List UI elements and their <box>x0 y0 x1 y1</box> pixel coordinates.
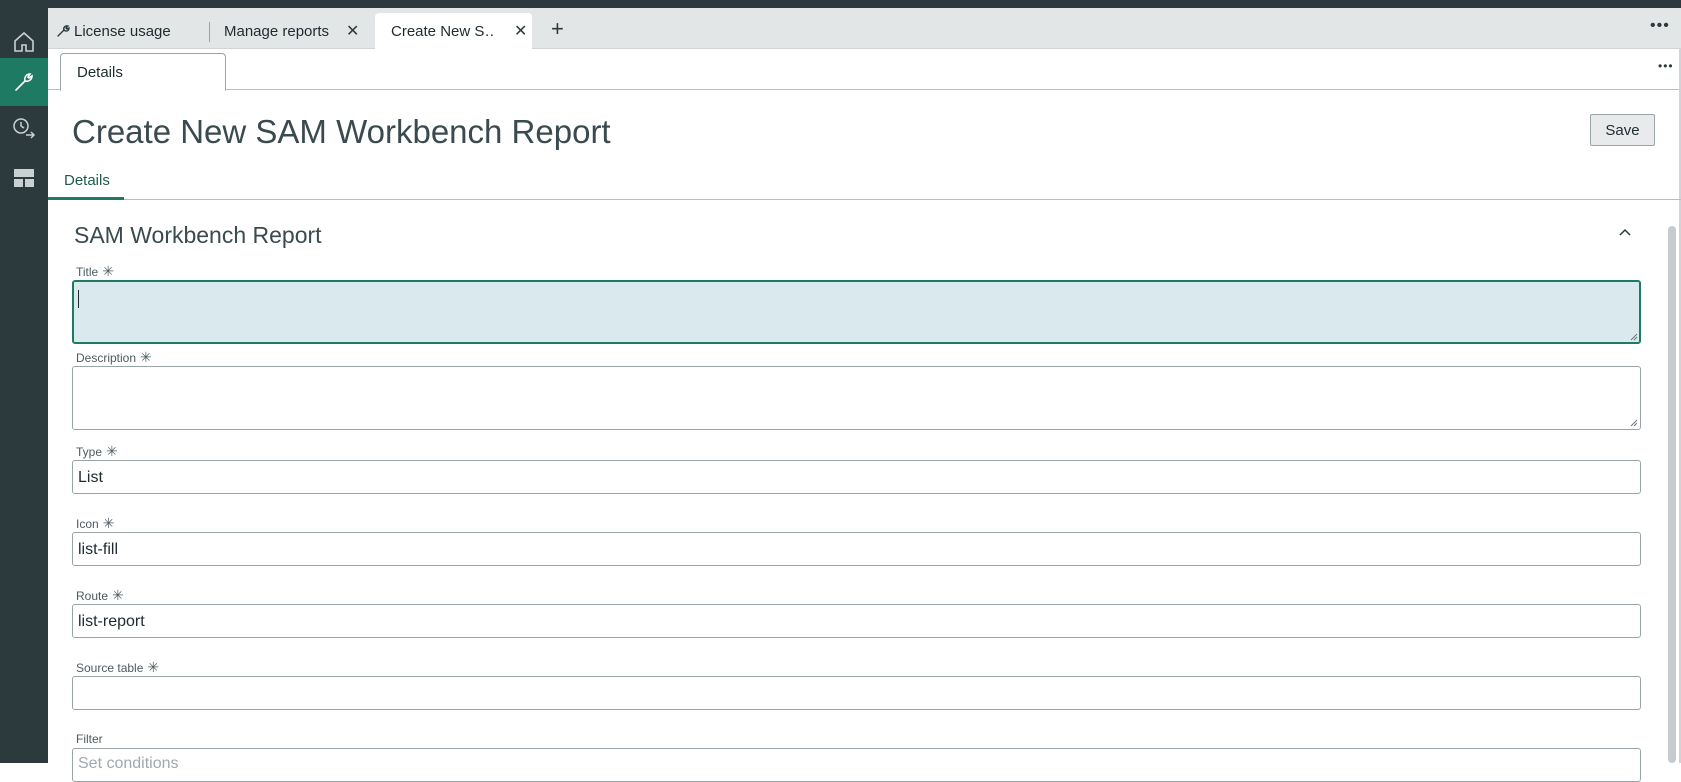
subbar-more-button[interactable]: ••• <box>1658 59 1674 73</box>
admin-button[interactable] <box>0 58 48 106</box>
required-marker: ✳ <box>147 659 160 675</box>
filter-label-text: Filter <box>76 732 103 746</box>
dashboard-button[interactable] <box>0 154 48 202</box>
save-button[interactable]: Save <box>1590 114 1655 146</box>
resize-grip-icon[interactable] <box>1630 419 1638 427</box>
tab-details[interactable]: Details <box>48 168 124 200</box>
new-tab-button[interactable]: + <box>551 18 564 40</box>
collapse-section-button[interactable] <box>1617 224 1633 240</box>
history-icon <box>13 118 36 139</box>
source-table-field[interactable] <box>72 676 1641 710</box>
text-caret <box>78 290 79 308</box>
filter-label: Filter <box>76 732 103 746</box>
required-marker: ✳ <box>140 349 152 365</box>
required-marker: ✳ <box>112 587 124 603</box>
source-table-label-text: Source table <box>76 661 144 675</box>
resize-grip-icon[interactable] <box>1630 333 1638 341</box>
wrench-icon <box>15 73 33 91</box>
more-icon: ••• <box>1658 59 1674 73</box>
plus-icon: + <box>551 16 564 41</box>
chevron-up-icon <box>1619 228 1631 236</box>
tab-manage-reports[interactable]: Manage reports ✕ <box>224 13 374 49</box>
icon-field[interactable]: list-fill <box>72 532 1641 566</box>
tab-bar: License usage Manage reports ✕ Create Ne… <box>48 8 1681 49</box>
tab-separator <box>209 22 210 42</box>
dashboard-icon <box>14 169 34 187</box>
tab-label: Manage reports <box>224 22 330 40</box>
required-marker: ✳ <box>102 515 115 531</box>
description-label-text: Description <box>76 351 137 365</box>
tab-label: License usage <box>74 22 171 40</box>
more-icon: ••• <box>1650 17 1670 34</box>
page-title: Create New SAM Workbench Report <box>72 113 611 150</box>
description-label: Description ✳ <box>76 349 152 366</box>
type-field[interactable]: List <box>72 460 1641 494</box>
filter-field[interactable]: Set conditions <box>72 748 1641 782</box>
tab-bar-more-button[interactable]: ••• <box>1650 17 1670 35</box>
title-field[interactable] <box>72 280 1641 344</box>
home-icon <box>14 31 34 52</box>
route-label-text: Route <box>76 589 109 603</box>
tab-label: Details <box>64 172 110 189</box>
form-scrollbar[interactable] <box>1668 226 1676 763</box>
icon-label-text: Icon <box>76 517 99 531</box>
icon-label: Icon ✳ <box>76 515 114 532</box>
nav-rail <box>0 8 48 763</box>
subtab-details[interactable]: Details <box>60 53 226 91</box>
tab-create-report[interactable]: Create New S… ✕ <box>375 13 532 49</box>
source-table-label: Source table ✳ <box>76 659 159 676</box>
form-tabs: Details <box>48 168 1681 200</box>
close-icon[interactable]: ✕ <box>514 21 527 41</box>
type-label: Type ✳ <box>76 443 118 460</box>
top-band <box>0 0 1681 8</box>
title-label-text: Title <box>76 265 99 279</box>
tab-license-usage[interactable]: License usage <box>56 13 206 49</box>
title-label: Title ✳ <box>76 263 114 280</box>
subtab-label: Details <box>77 64 123 81</box>
record-subbar: Details ••• <box>48 49 1681 91</box>
description-field[interactable] <box>72 366 1641 430</box>
type-label-text: Type <box>76 445 103 459</box>
tab-label: Create New S… <box>391 22 495 40</box>
close-icon[interactable]: ✕ <box>346 21 359 41</box>
section-title: SAM Workbench Report <box>74 222 322 248</box>
required-marker: ✳ <box>106 443 118 459</box>
route-field[interactable]: list-report <box>72 604 1641 638</box>
route-label: Route ✳ <box>76 587 124 604</box>
required-marker: ✳ <box>102 263 114 279</box>
history-button[interactable] <box>0 104 48 152</box>
wrench-icon <box>57 25 70 37</box>
